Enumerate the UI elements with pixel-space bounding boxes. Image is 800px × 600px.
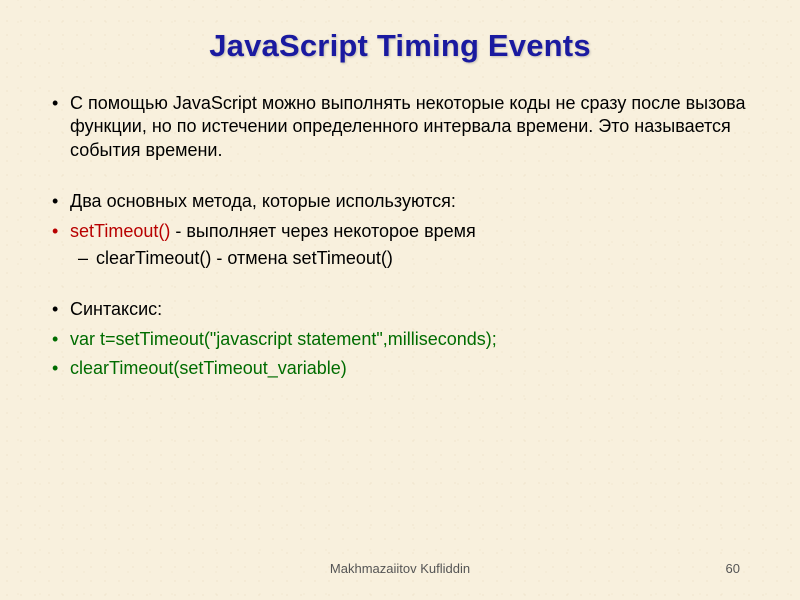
bullet-syntax-label: Синтаксис: — [70, 298, 752, 321]
slide-title: JavaScript Timing Events — [48, 28, 752, 64]
bullet-list: С помощью JavaScript можно выполнять нек… — [48, 92, 752, 381]
slide: JavaScript Timing Events С помощью JavaS… — [0, 0, 800, 600]
settimeout-fn: setTimeout() — [70, 221, 170, 241]
settimeout-desc: - выполняет через некоторое время — [170, 221, 475, 241]
bullet-settimeout: setTimeout() - выполняет через некоторое… — [70, 220, 752, 271]
spacer — [70, 276, 752, 298]
spacer — [70, 168, 752, 190]
bullet-syntax-1: var t=setTimeout("javascript statement",… — [70, 328, 752, 351]
bullet-syntax-2: clearTimeout(setTimeout_variable) — [70, 357, 752, 380]
bullet-methods-intro: Два основных метода, которые используютс… — [70, 190, 752, 213]
footer-author: Makhmazaiitov Kufliddin — [330, 561, 470, 576]
bullet-intro: С помощью JavaScript можно выполнять нек… — [70, 92, 752, 162]
cleartimeout-fn: clearTimeout() — [96, 248, 211, 268]
sub-list: clearTimeout() - отмена setTimeout() — [70, 247, 752, 270]
cleartimeout-desc: - отмена setTimeout() — [211, 248, 393, 268]
sub-cleartimeout: clearTimeout() - отмена setTimeout() — [96, 247, 752, 270]
footer-page-number: 60 — [726, 561, 740, 576]
